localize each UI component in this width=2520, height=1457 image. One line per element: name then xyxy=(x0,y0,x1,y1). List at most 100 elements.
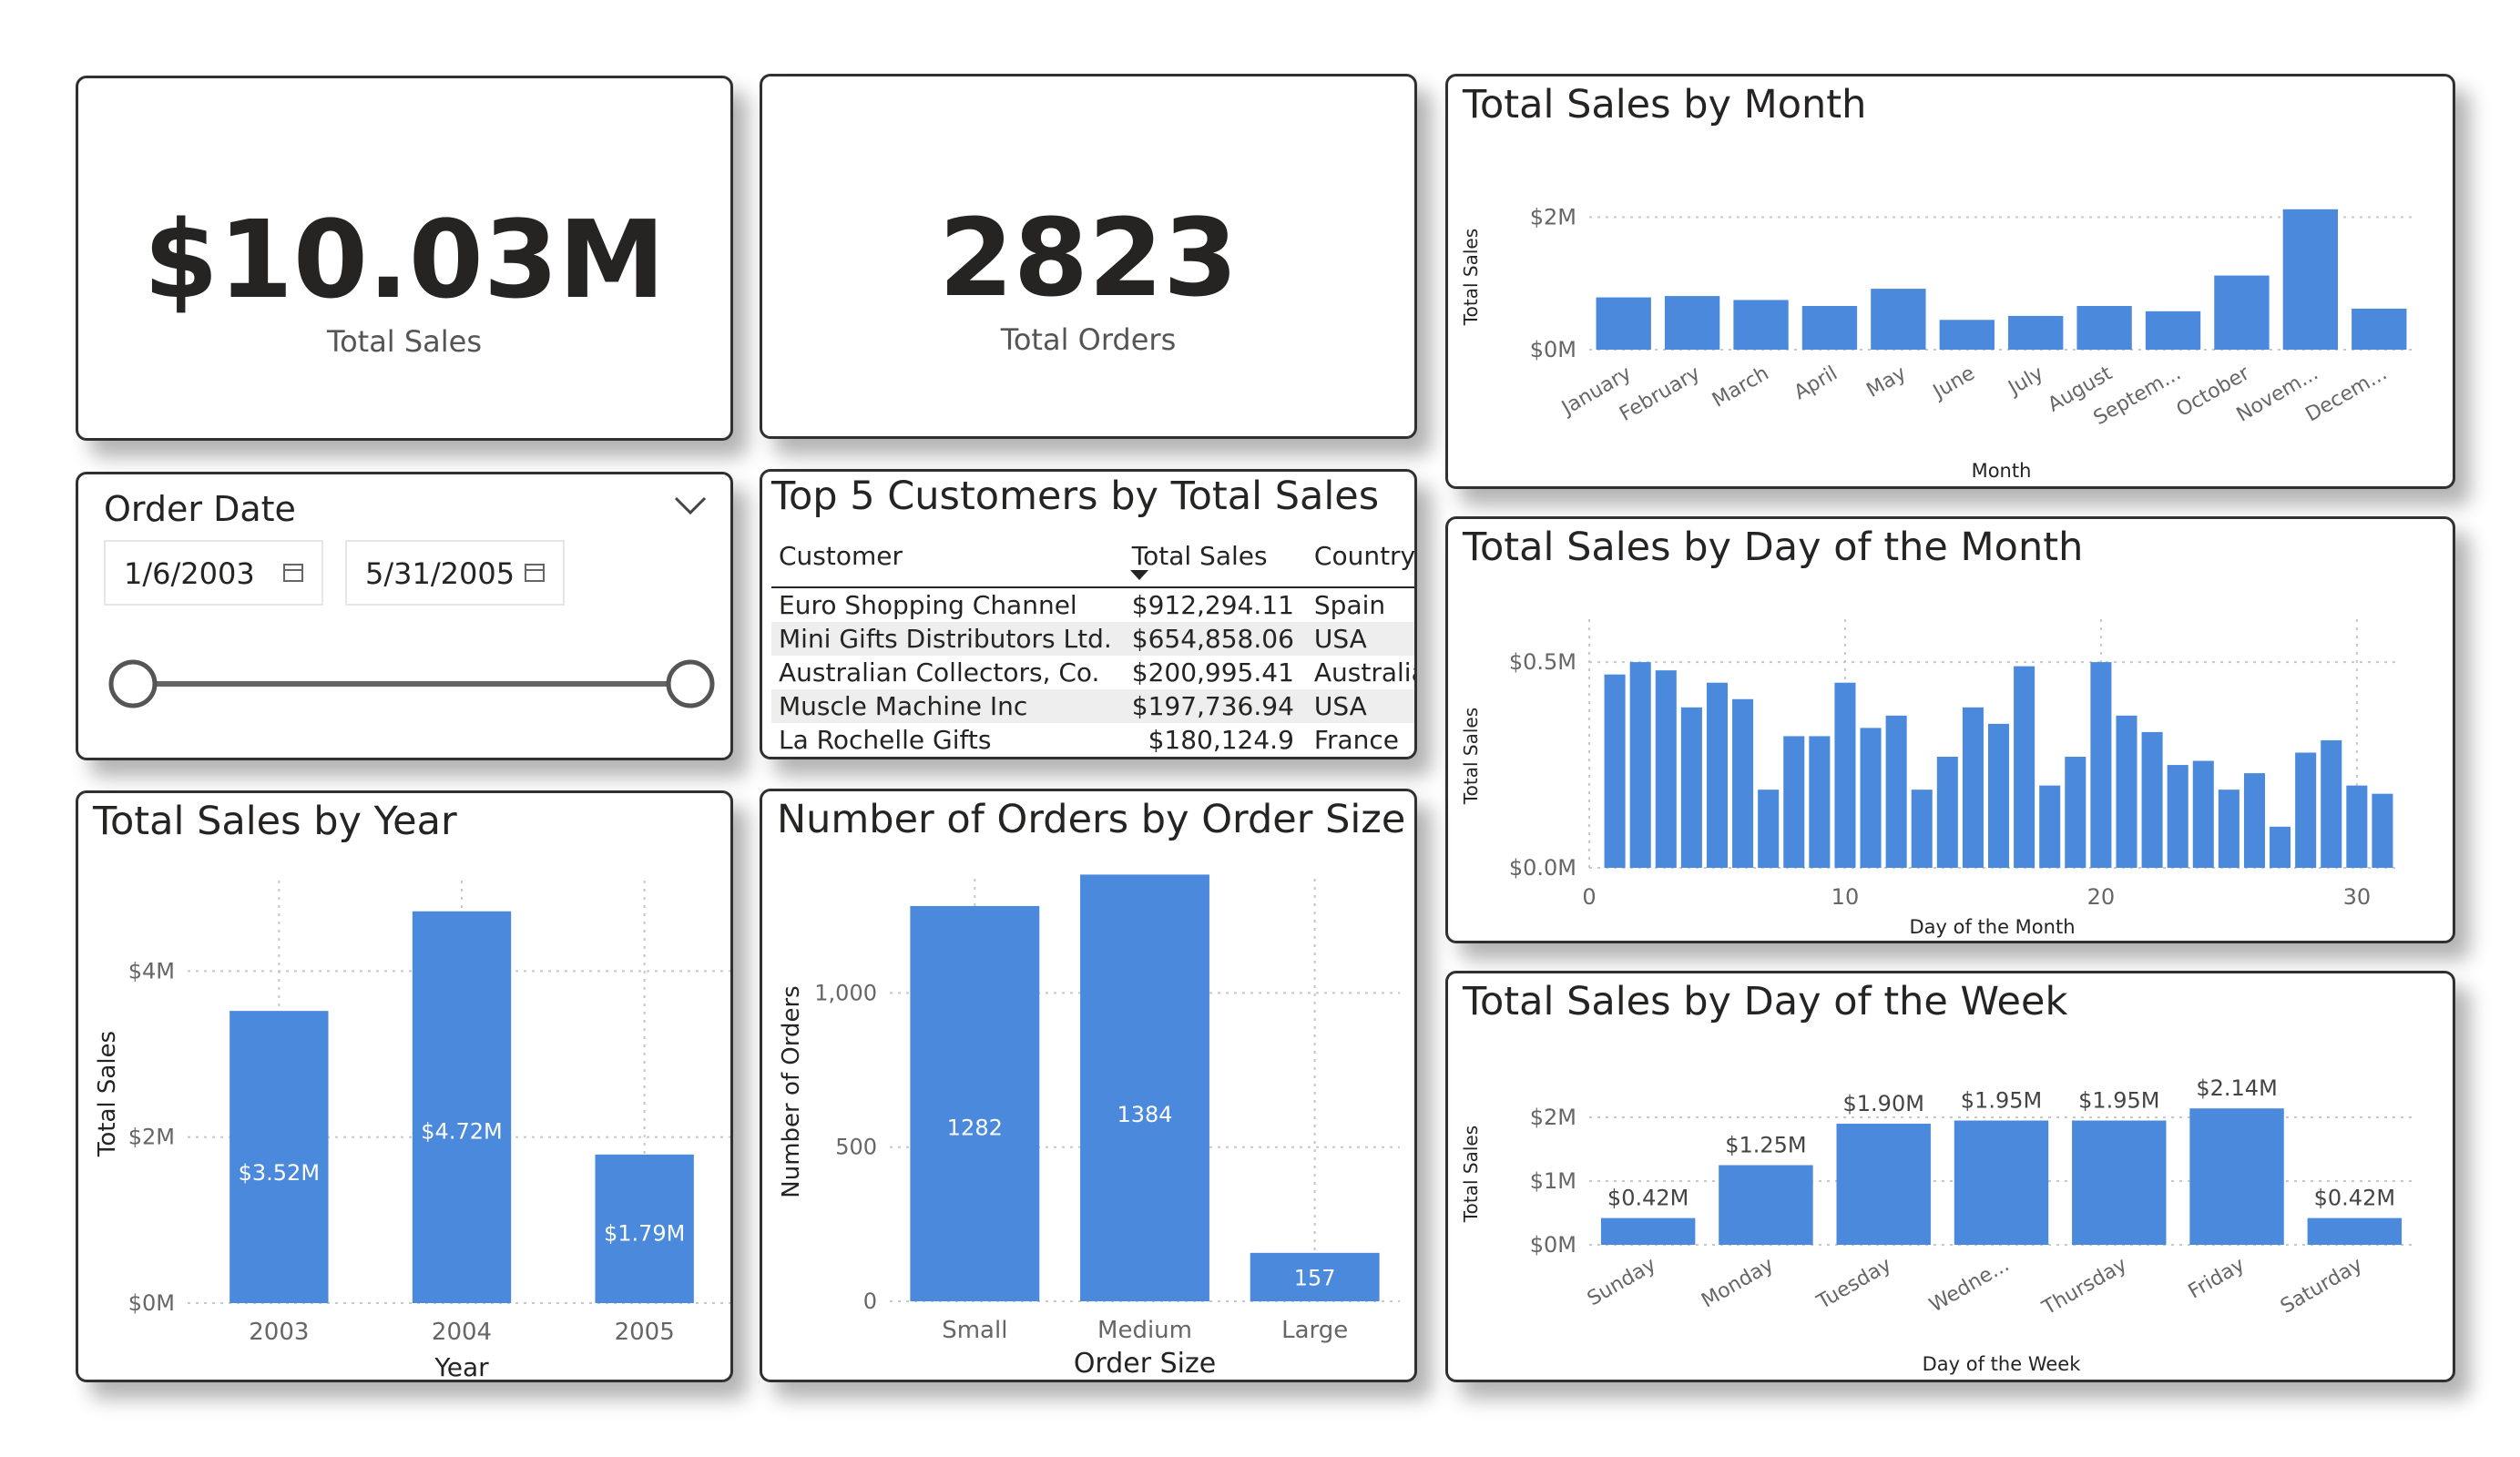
y-axis-label: Total Sales xyxy=(1460,229,1482,326)
sales-by-month-chart[interactable]: Total Sales by Month $0M $2M January Februa… xyxy=(1445,74,2455,489)
slider-end-handle xyxy=(666,659,715,708)
cell-total-sales: $654,858.06 xyxy=(1124,622,1307,656)
bar xyxy=(412,911,512,1303)
calendar-icon[interactable] xyxy=(283,564,303,582)
x-tick-label: April xyxy=(1791,362,1842,405)
bar xyxy=(2372,793,2393,868)
y-tick-label: $0.5M xyxy=(1509,649,1576,675)
start-date-input[interactable]: 1/6/2003 xyxy=(104,540,323,606)
cell-customer: La Rochelle Gifts xyxy=(779,725,992,755)
bar xyxy=(2352,308,2407,350)
cell-total-sales: $912,294.11 xyxy=(1131,590,1294,620)
x-axis-label: Year xyxy=(434,1352,489,1382)
table-header-row: Customer Total Sales Country xyxy=(771,532,1414,588)
bar xyxy=(1860,728,1882,868)
bar xyxy=(1834,682,1856,868)
bar xyxy=(1600,1218,1696,1245)
bar xyxy=(2346,785,2368,868)
y-tick-label: $0M xyxy=(1530,1232,1576,1258)
x-tick-label: Large xyxy=(1281,1317,1348,1344)
column-header-customer[interactable]: Customer xyxy=(771,532,1125,588)
bar xyxy=(1885,715,1907,868)
bar xyxy=(1655,670,1677,868)
cell-country: USA xyxy=(1306,689,1414,723)
chart-svg: $0M $2M $4M $3.52M 2003 $4.72M 2004 $1.79M 2005 Y… xyxy=(94,881,730,1382)
column-header-total-sales[interactable]: Total Sales xyxy=(1124,532,1307,588)
total-sales-card[interactable]: $10.03M Total Sales xyxy=(76,76,733,441)
x-tick-label: Thursday xyxy=(2038,1254,2131,1320)
table-row[interactable]: La Rochelle Gifts $180,124.9 France xyxy=(771,723,1414,757)
x-tick-label: 0 xyxy=(1582,884,1596,910)
bar xyxy=(1962,707,1984,868)
total-sales-value: $10.03M xyxy=(143,197,666,322)
cell-customer: Australian Collectors, Co. xyxy=(779,657,1100,688)
chart-svg: 0 500 1,000 1282 Small 1384 Medium 157 Large Orde… xyxy=(778,874,1400,1380)
date-range-slider[interactable] xyxy=(78,638,733,729)
bar xyxy=(2307,1218,2403,1245)
total-orders-value: 2823 xyxy=(938,195,1239,321)
bar xyxy=(1732,698,1754,868)
data-label: $0.42M xyxy=(1607,1186,1689,1211)
bar xyxy=(2145,311,2201,350)
x-axis-label: Order Size xyxy=(1074,1348,1216,1380)
bar xyxy=(1871,289,1926,350)
bar xyxy=(2270,826,2291,868)
table-row[interactable]: Muscle Machine Inc $197,736.94 USA xyxy=(771,689,1414,723)
sales-by-year-chart[interactable]: Total Sales by Year $0M $2M $4M $3.52M 2003 $… xyxy=(76,790,733,1382)
x-tick-label: Tuesday xyxy=(1812,1254,1895,1315)
x-axis-label: Day of the Month xyxy=(1909,916,2075,938)
y-tick-label: 0 xyxy=(863,1289,877,1314)
x-tick-label: June xyxy=(1928,362,1979,405)
x-tick-label: Saturday xyxy=(2277,1254,2366,1319)
end-date-value: 5/31/2005 xyxy=(365,556,515,591)
bar xyxy=(2065,757,2086,868)
sales-by-day-of-month-chart[interactable]: Total Sales by Day of the Month $0.0M $0.… xyxy=(1445,516,2455,943)
bar xyxy=(2189,1108,2284,1245)
top-customers-table-card[interactable]: Top 5 Customers by Total Sales Customer … xyxy=(760,469,1417,759)
chevron-down-icon[interactable] xyxy=(672,491,709,518)
table-title: Top 5 Customers by Total Sales xyxy=(771,474,1380,519)
calendar-icon[interactable] xyxy=(525,564,545,582)
bar xyxy=(2167,765,2188,868)
y-tick-label: $2M xyxy=(1530,1105,1576,1130)
order-date-slicer[interactable]: Order Date 1/6/2003 5/31/2005 xyxy=(76,472,733,760)
y-axis-label: Total Sales xyxy=(94,1031,121,1157)
y-tick-label: 1,000 xyxy=(814,980,877,1005)
bar xyxy=(1596,297,1651,350)
x-tick-label: 2005 xyxy=(615,1319,675,1346)
total-orders-card[interactable]: 2823 Total Orders xyxy=(760,74,1417,439)
table-row[interactable]: Mini Gifts Distributors Ltd. $654,858.06… xyxy=(771,622,1414,656)
column-header-country[interactable]: Country xyxy=(1306,532,1414,588)
bar xyxy=(2243,773,2265,868)
chart-svg: $0M$2MJanuaryFebruary March April May June Ju… xyxy=(1460,205,2413,482)
table-row[interactable]: Euro Shopping Channel $912,294.11 Spain xyxy=(771,587,1414,622)
data-label: $1.25M xyxy=(1725,1133,1806,1158)
bar xyxy=(910,905,1040,1301)
slicer-title: Order Date xyxy=(104,489,296,529)
y-tick-label: $0.0M xyxy=(1509,855,1576,881)
start-date-value: 1/6/2003 xyxy=(124,556,255,591)
data-label: 1282 xyxy=(947,1116,1003,1141)
bar xyxy=(1719,1165,1813,1245)
x-tick-label: 20 xyxy=(2087,884,2116,910)
table-row[interactable]: Australian Collectors, Co. $200,995.41 A… xyxy=(771,656,1417,689)
sales-by-day-of-week-chart[interactable]: Total Sales by Day of the Week $0M $1M $2M… xyxy=(1445,971,2455,1382)
x-tick-label: 2004 xyxy=(432,1319,492,1346)
end-date-input[interactable]: 5/31/2005 xyxy=(345,540,565,606)
y-axis-label: Total Sales xyxy=(1460,1126,1482,1223)
x-tick-label: 10 xyxy=(1831,884,1860,910)
data-label: 157 xyxy=(1294,1265,1336,1290)
bar xyxy=(2076,306,2132,350)
y-axis-label: Number of Orders xyxy=(778,985,805,1197)
bar xyxy=(2014,666,2035,868)
cell-country: Australia xyxy=(1313,657,1417,688)
cell-customer: Mini Gifts Distributors Ltd. xyxy=(771,622,1125,656)
bar xyxy=(1758,790,1780,868)
total-orders-label: Total Orders xyxy=(1000,322,1177,357)
x-tick-label: Medium xyxy=(1097,1317,1192,1344)
chart-svg: $0M $1M $2M $0.42M Sunday $1.25M Monday $1.90M T… xyxy=(1460,1075,2413,1375)
bar xyxy=(2039,785,2061,868)
orders-by-order-size-chart[interactable]: Number of Orders by Order Size 0 500 1,000… xyxy=(760,789,1417,1382)
x-tick-label: July xyxy=(2004,362,2048,401)
bar xyxy=(1911,790,1933,868)
